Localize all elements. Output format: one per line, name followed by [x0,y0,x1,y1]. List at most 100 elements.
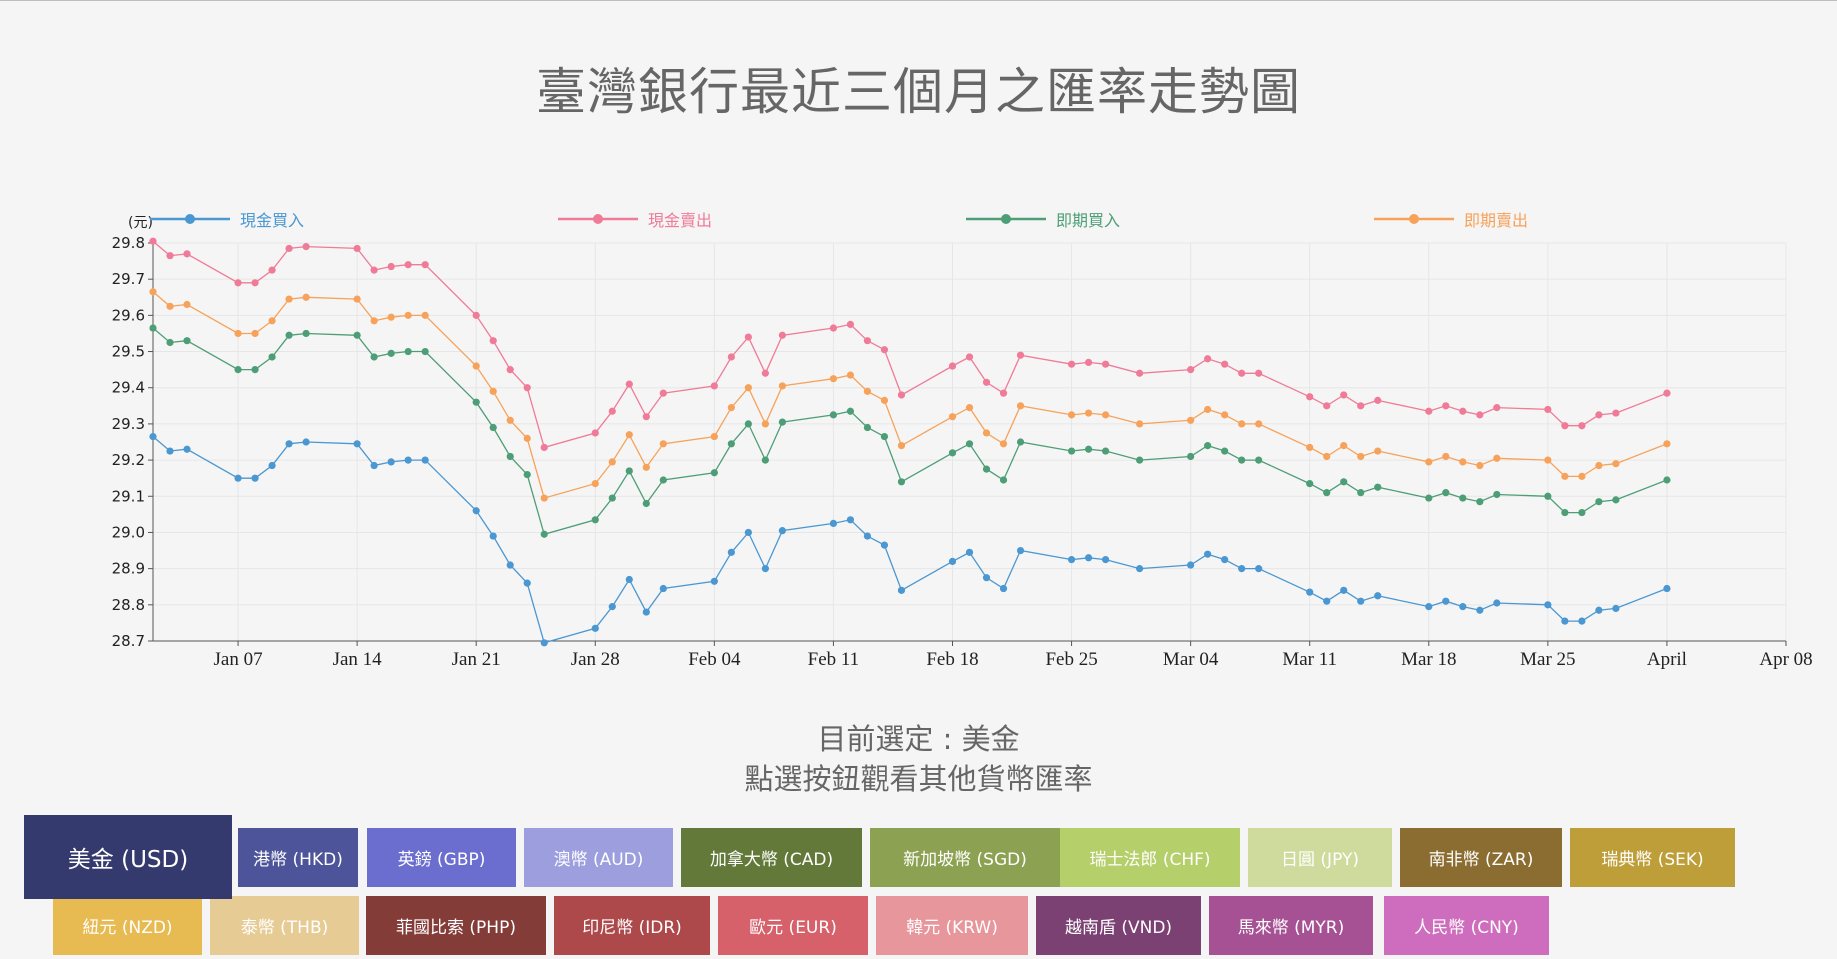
data-point [251,366,259,374]
data-point [1357,402,1365,410]
data-point [1493,454,1501,462]
data-point [1101,447,1110,455]
data-point [506,366,514,374]
y-tick-label: 29.7 [112,270,145,288]
currency-button[interactable]: 人民幣 (CNY) [1384,896,1549,955]
currency-button[interactable]: 印尼幣 (IDR) [554,896,710,955]
data-point [1187,366,1195,374]
currency-button[interactable]: 歐元 (EUR) [718,896,868,955]
selection-hint: 點選按鈕觀看其他貨幣匯率 [744,762,1093,796]
x-tick-label: Mar 04 [1163,649,1219,670]
data-point [1459,494,1467,502]
series-line [152,291,1668,499]
data-point [1204,355,1212,363]
data-point [1187,452,1195,461]
currency-button[interactable]: 美金 (USD) [24,815,232,899]
data-point [897,478,906,486]
currency-button[interactable]: 瑞典幣 (SEK) [1570,828,1735,887]
data-point [1101,411,1110,419]
data-point [1663,389,1671,397]
data-point [608,458,616,466]
data-point [1255,565,1263,573]
data-point [778,418,786,426]
data-point [1612,496,1620,504]
y-tick-label: 28.8 [112,596,145,614]
data-point [1493,599,1501,607]
data-point [1561,472,1569,480]
data-point [1204,550,1212,558]
data-point [1136,369,1144,377]
data-point [234,366,242,374]
data-point [880,541,889,549]
data-point [1544,492,1552,500]
data-point [1340,391,1348,399]
data-point [1187,416,1195,424]
currency-button[interactable]: 英鎊 (GBP) [367,828,516,887]
data-point [846,516,855,524]
currency-button[interactable]: 港幣 (HKD) [238,828,358,887]
currency-button[interactable]: 南非幣 (ZAR) [1400,828,1562,887]
currency-button[interactable]: 新加坡幣 (SGD) [870,828,1060,887]
x-tick-label: Jan 21 [452,649,501,670]
data-point [506,452,514,461]
data-point [166,338,174,347]
data-point [863,423,872,432]
currency-button[interactable]: 澳幣 (AUD) [524,828,673,887]
data-point [1425,603,1433,611]
data-point [540,494,548,502]
currency-button[interactable]: 泰幣 (THB) [210,896,359,955]
currency-button[interactable]: 紐元 (NZD) [53,896,202,955]
data-point [727,548,735,556]
data-point [1561,422,1569,430]
data-point [1476,411,1484,419]
data-point [778,382,786,390]
data-point [421,311,429,319]
currency-button[interactable]: 韓元 (KRW) [876,896,1028,955]
data-point [1323,597,1331,605]
data-point [761,420,769,428]
data-point [251,279,259,287]
data-point [591,480,599,488]
data-point [1136,565,1144,573]
data-point [404,311,412,319]
x-tick-label: Mar 11 [1282,649,1337,670]
data-point [183,250,191,258]
data-point [608,494,616,502]
currency-button[interactable]: 日圓 (JPY) [1248,828,1392,887]
data-point [1323,452,1331,461]
data-point [1101,555,1110,564]
data-point [897,586,906,594]
data-point [880,396,889,404]
data-point [149,432,157,441]
data-point [370,266,378,274]
legend-label: 現金買入 [240,211,304,230]
data-point [1425,458,1433,466]
data-point [999,440,1008,448]
data-point [625,380,633,388]
legend-swatch-dot [1001,214,1011,224]
data-point [268,266,276,274]
currency-button[interactable]: 馬來幣 (MYR) [1209,896,1373,955]
data-point [1544,601,1552,609]
currency-button[interactable]: 瑞士法郎 (CHF) [1060,828,1240,887]
data-point [234,474,242,482]
data-point [999,476,1008,484]
data-point [948,449,957,457]
data-point [863,337,872,345]
data-point [727,353,735,361]
data-point [642,463,650,471]
data-point [302,438,310,446]
data-point [1221,447,1229,455]
data-point [863,387,872,395]
data-point [1612,409,1620,417]
currency-button[interactable]: 越南盾 (VND) [1036,896,1201,955]
data-point [1136,456,1144,464]
data-point [1578,617,1586,625]
currency-button[interactable]: 加拿大幣 (CAD) [681,828,862,887]
data-point [1663,584,1671,593]
data-point [829,411,838,419]
data-point [1459,458,1467,466]
data-point [285,244,293,253]
currency-button[interactable]: 菲國比索 (PHP) [366,896,546,955]
data-point [761,456,769,464]
